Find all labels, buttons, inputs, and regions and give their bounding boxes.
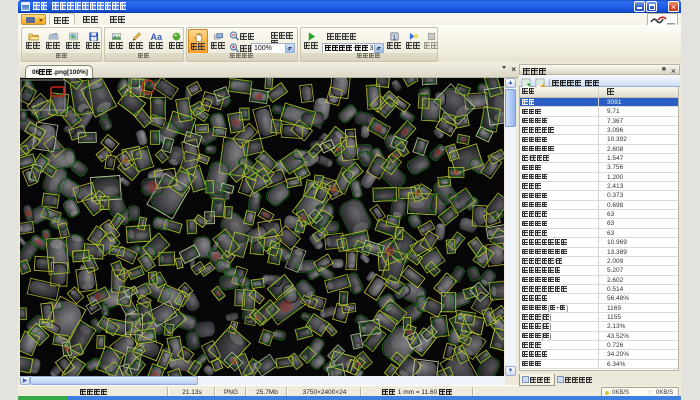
svg-text:1: 1 <box>392 34 396 41</box>
